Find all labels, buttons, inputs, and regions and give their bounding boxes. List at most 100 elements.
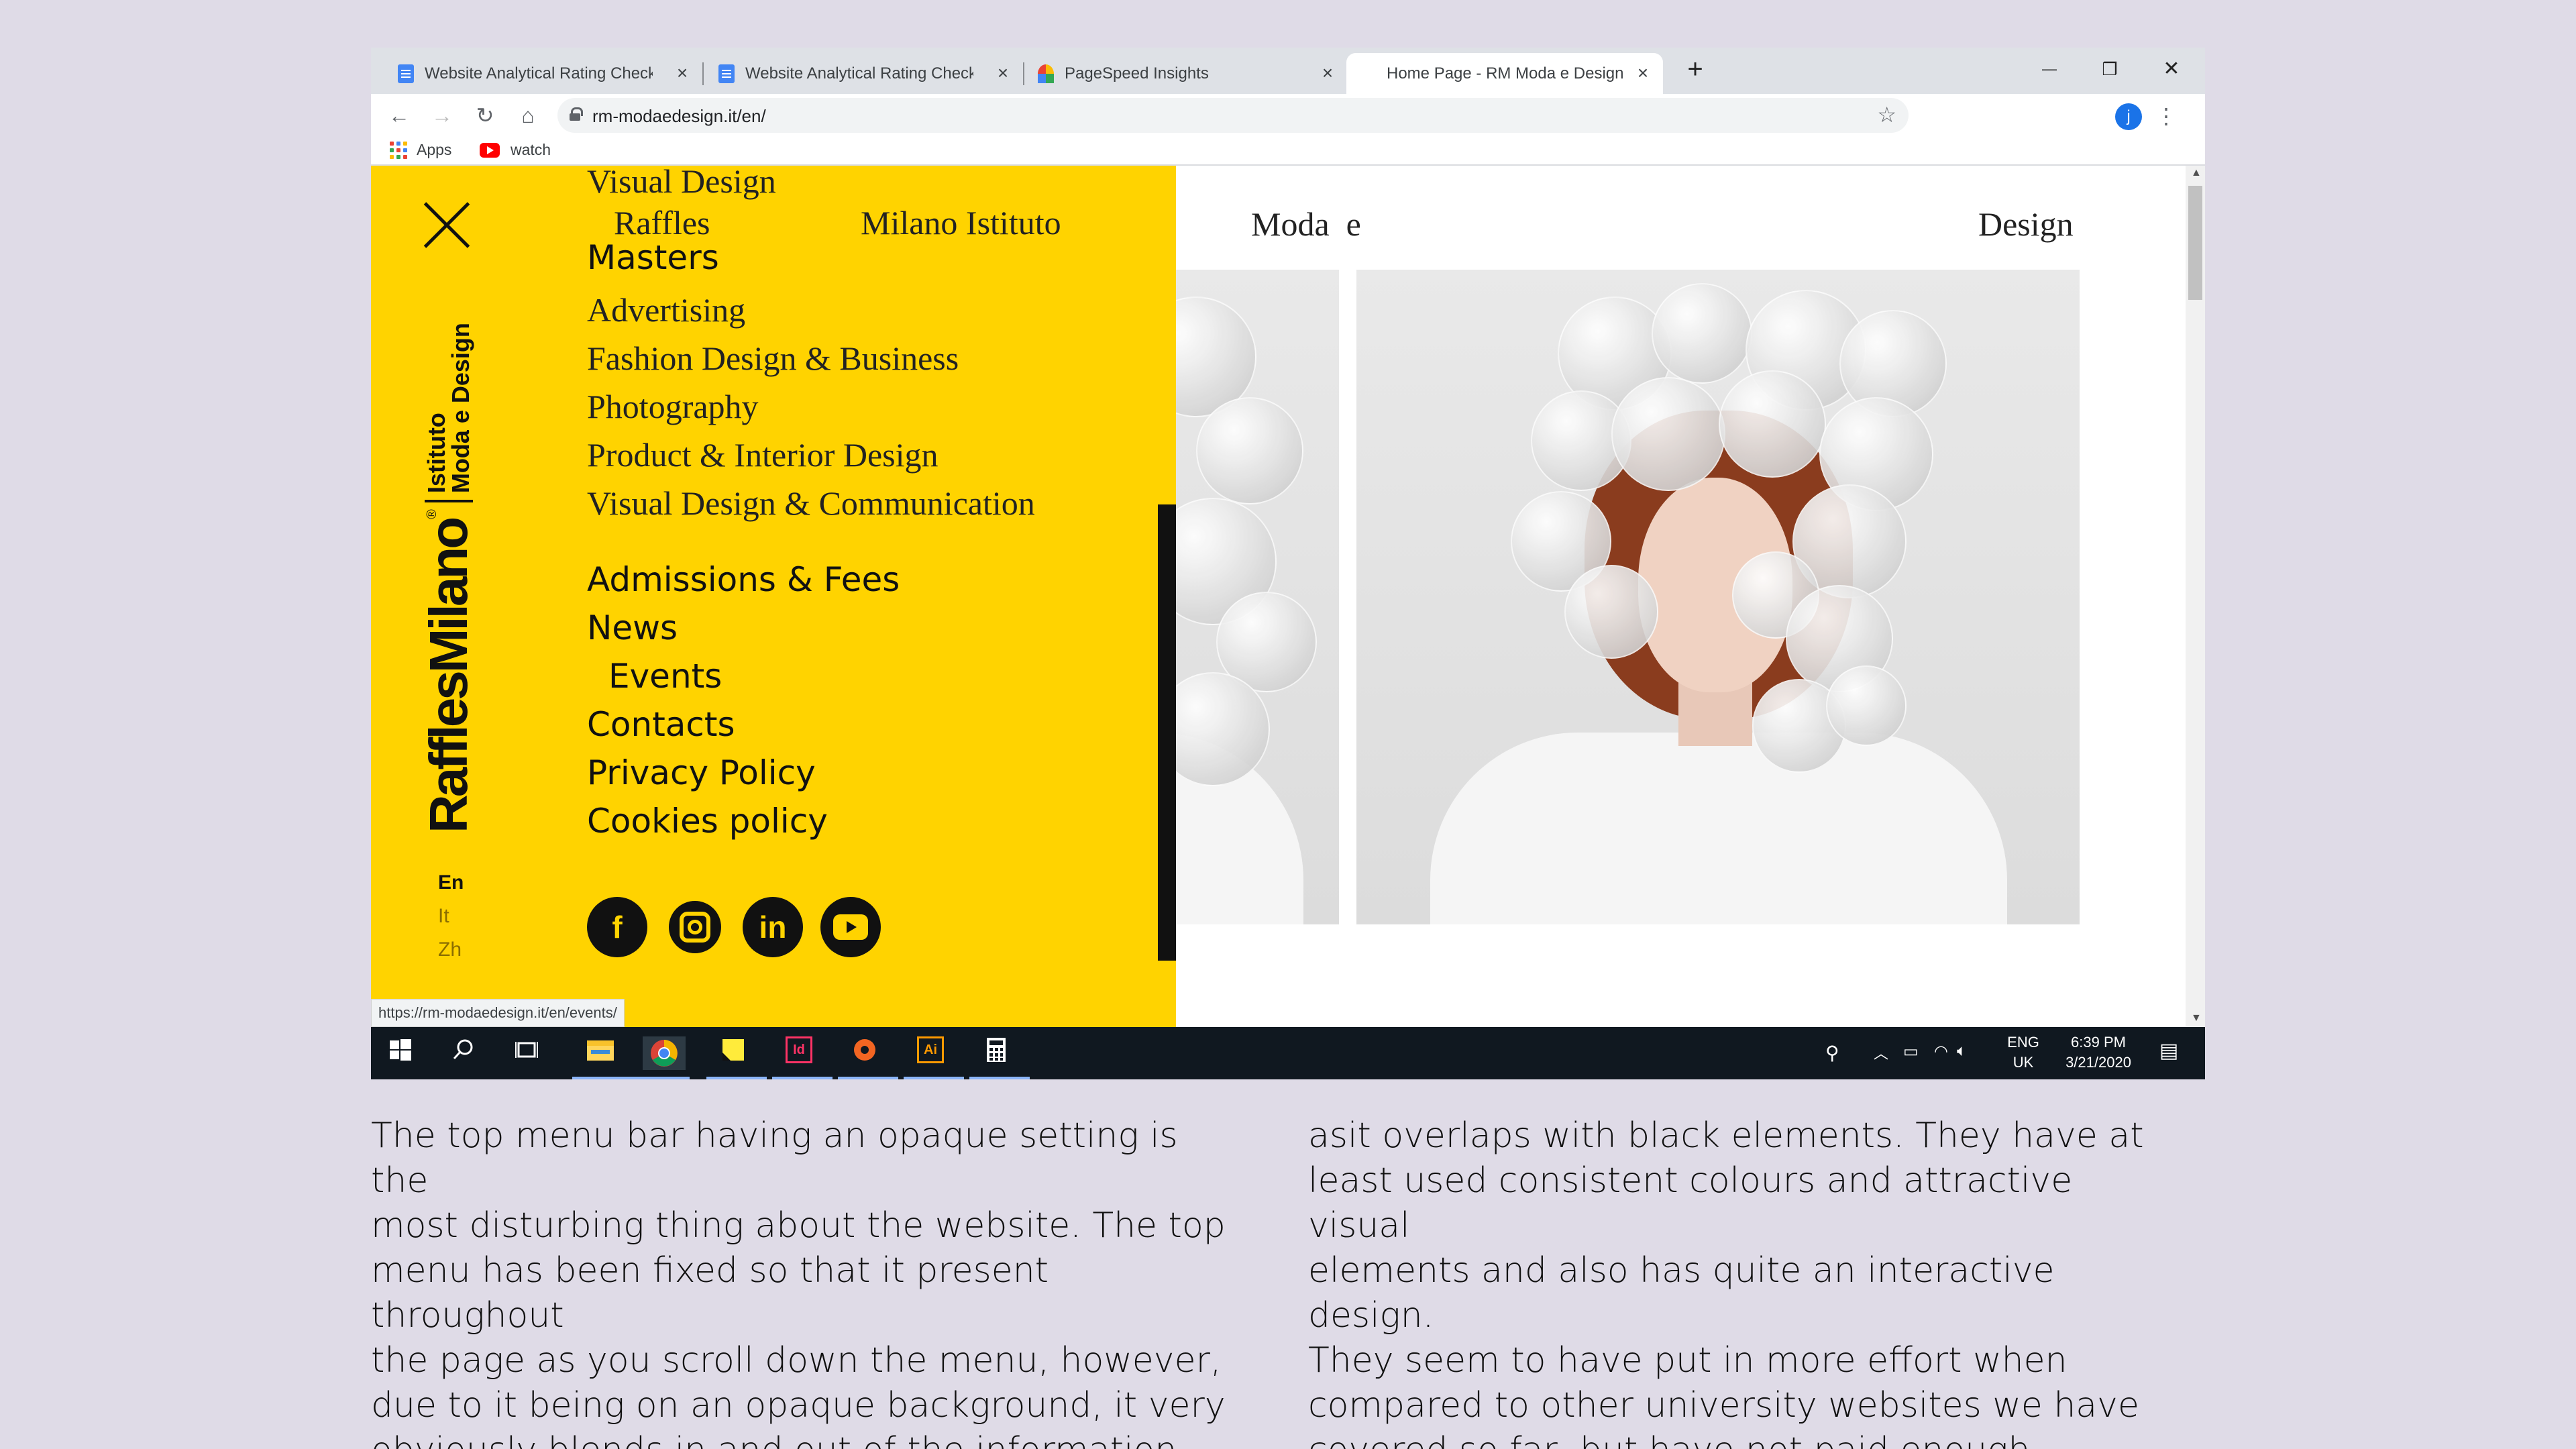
app-icon[interactable] (838, 1036, 898, 1079)
overlay-menu-panel: RafflesMilano ® Istituto Moda e Design V… (371, 166, 1176, 1027)
menu-admissions-fees[interactable]: Admissions & Fees (587, 560, 900, 599)
search-icon[interactable] (450, 1036, 484, 1070)
menu-masters-heading[interactable]: Masters (587, 238, 719, 277)
extension-icon[interactable]: G (1969, 106, 1989, 126)
site-icon (1360, 64, 1376, 83)
menu-events[interactable]: Events (608, 657, 722, 696)
profile-avatar[interactable]: j (2115, 103, 2142, 130)
calculator-icon[interactable] (969, 1036, 1030, 1079)
link-hover-status: https://rm-modaedesign.it/en/events/ (371, 999, 625, 1027)
volume-icon[interactable]: 🔈︎ (1957, 1042, 1966, 1061)
reload-icon[interactable]: ↻ (470, 101, 500, 130)
illustrator-icon[interactable]: Ai (904, 1036, 964, 1079)
scroll-down-arrow-icon[interactable]: ▼ (2191, 1012, 2202, 1024)
language-zh[interactable]: Zh (438, 938, 462, 961)
close-tab-icon[interactable]: × (1632, 62, 1654, 84)
close-tab-icon[interactable]: × (672, 62, 693, 84)
tab-website-rating-checklist-2[interactable]: Website Analytical Rating Checkli × (718, 53, 1014, 94)
lock-icon[interactable] (570, 107, 583, 121)
illustrator-label: Ai (917, 1036, 944, 1063)
google-docs-icon (718, 64, 735, 83)
windows-start-icon[interactable] (387, 1036, 421, 1070)
bookmark-watch[interactable]: watch (480, 141, 551, 159)
browser-menu-icon[interactable]: ⋮ (2155, 103, 2177, 129)
instagram-icon[interactable] (665, 897, 725, 957)
menu-visual-design-communication[interactable]: Visual Design & Communication (587, 484, 1035, 523)
language-en[interactable]: En (438, 871, 464, 894)
home-icon[interactable]: ⌂ (513, 101, 543, 130)
tab-pagespeed-insights[interactable]: PageSpeed Insights × (1038, 53, 1338, 94)
menu-product-interior-design[interactable]: Product & Interior Design (587, 435, 938, 474)
menu-photography[interactable]: Photography (587, 387, 759, 426)
rafflesmilano-logo[interactable]: RafflesMilano ® Istituto Moda e Design (418, 323, 480, 833)
menu-privacy-policy[interactable]: Privacy Policy (587, 753, 816, 792)
language-it[interactable]: It (438, 905, 449, 928)
page-viewport: Moda e Design RafflesMilano ® Istituto M… (371, 166, 2205, 1027)
action-center-icon[interactable]: ▤ (2159, 1039, 2178, 1063)
header-text: Moda (1251, 205, 1330, 243)
scroll-up-arrow-icon[interactable]: ▲ (2191, 167, 2202, 179)
minimize-button[interactable]: — (2036, 56, 2063, 83)
ex-extension-icon[interactable]: ex (2012, 106, 2032, 126)
logo-subtitle: Istituto Moda e Design (423, 323, 474, 503)
tab-title: Home Page - RM Moda e Design (1387, 64, 1624, 83)
indesign-label: Id (786, 1036, 812, 1063)
acrobat-icon[interactable]: A (2055, 106, 2075, 126)
chrome-icon[interactable] (629, 1036, 690, 1079)
menu-fashion-design-business[interactable]: Fashion Design & Business (587, 339, 959, 378)
scrollbar-thumb[interactable] (2188, 186, 2202, 300)
tab-separator (1023, 62, 1024, 85)
close-menu-icon[interactable] (421, 199, 472, 250)
linkedin-icon[interactable]: in (743, 897, 803, 957)
menu-visual-design[interactable]: Visual Design (587, 166, 776, 201)
hero-photo-left (1176, 270, 1339, 924)
facebook-icon[interactable]: f (587, 897, 647, 957)
windows-taskbar: Id Ai ⚲ ︿ ▭ ◠ 🔈︎ ENG UK 6:39 PM 3/21/202… (371, 1027, 2205, 1079)
header-text: e (1346, 205, 1361, 243)
close-tab-icon[interactable]: × (992, 62, 1014, 84)
input-language-indicator[interactable]: ENG UK (2000, 1032, 2047, 1073)
page-scrollbar[interactable]: ▲ ▼ (2186, 166, 2205, 1027)
menu-advertising[interactable]: Advertising (587, 290, 745, 329)
youtube-glyph (833, 914, 868, 940)
youtube-icon[interactable] (820, 897, 881, 957)
logo-wordmark: RafflesMilano (419, 519, 478, 833)
url-text[interactable]: rm-modaedesign.it/en/ (592, 106, 766, 127)
clock-date: 3/21/2020 (2065, 1054, 2131, 1071)
browser-tab-strip: Website Analytical Rating Checkli × Webs… (371, 48, 2205, 94)
tab-title: PageSpeed Insights (1065, 64, 1209, 83)
tray-chevron-up-icon[interactable]: ︿ (1874, 1042, 1888, 1063)
indesign-icon[interactable]: Id (772, 1036, 833, 1079)
task-view-icon[interactable] (513, 1036, 547, 1070)
forward-arrow-icon[interactable]: → (427, 101, 457, 130)
photo-bubble (1826, 665, 1907, 746)
battery-icon[interactable]: ▭ (1903, 1042, 1919, 1061)
sticky-notes-icon[interactable] (706, 1036, 767, 1079)
bookmark-star-icon[interactable]: ☆ (1877, 102, 1896, 127)
clock[interactable]: 6:39 PM 3/21/2020 (2048, 1032, 2149, 1073)
bookmark-apps[interactable]: Apps (390, 141, 451, 159)
wifi-icon[interactable]: ◠ (1934, 1042, 1948, 1061)
tab-rm-moda-e-design[interactable]: Home Page - RM Moda e Design × (1346, 53, 1663, 94)
hero-photo-right (1356, 270, 2080, 924)
back-arrow-icon[interactable]: ← (384, 101, 414, 130)
new-tab-button[interactable]: + (1682, 56, 1709, 83)
pagespeed-icon (1038, 64, 1054, 83)
menu-contacts[interactable]: Contacts (587, 705, 735, 744)
instagram-glyph (680, 912, 710, 943)
close-tab-icon[interactable]: × (1317, 62, 1338, 84)
photo-shirt (1430, 733, 2007, 924)
logo-line-1: Istituto (423, 413, 450, 494)
menu-news[interactable]: News (587, 608, 678, 647)
address-bar[interactable]: rm-modaedesign.it/en/ ☆ (557, 98, 1909, 133)
opera-icon[interactable]: O (1926, 106, 1946, 126)
people-icon[interactable]: ⚲ (1825, 1042, 1839, 1064)
tab-website-rating-checklist-1[interactable]: Website Analytical Rating Checkli × (398, 53, 693, 94)
restore-button[interactable]: ❐ (2096, 56, 2123, 83)
window-close-button[interactable]: ✕ (2158, 56, 2185, 83)
menu-cookies-policy[interactable]: Cookies policy (587, 802, 828, 841)
header-word-raffles: Raffles (614, 204, 710, 241)
bookmark-label: watch (511, 141, 551, 158)
file-explorer-icon[interactable] (572, 1036, 633, 1079)
apps-grid-icon (390, 141, 407, 159)
